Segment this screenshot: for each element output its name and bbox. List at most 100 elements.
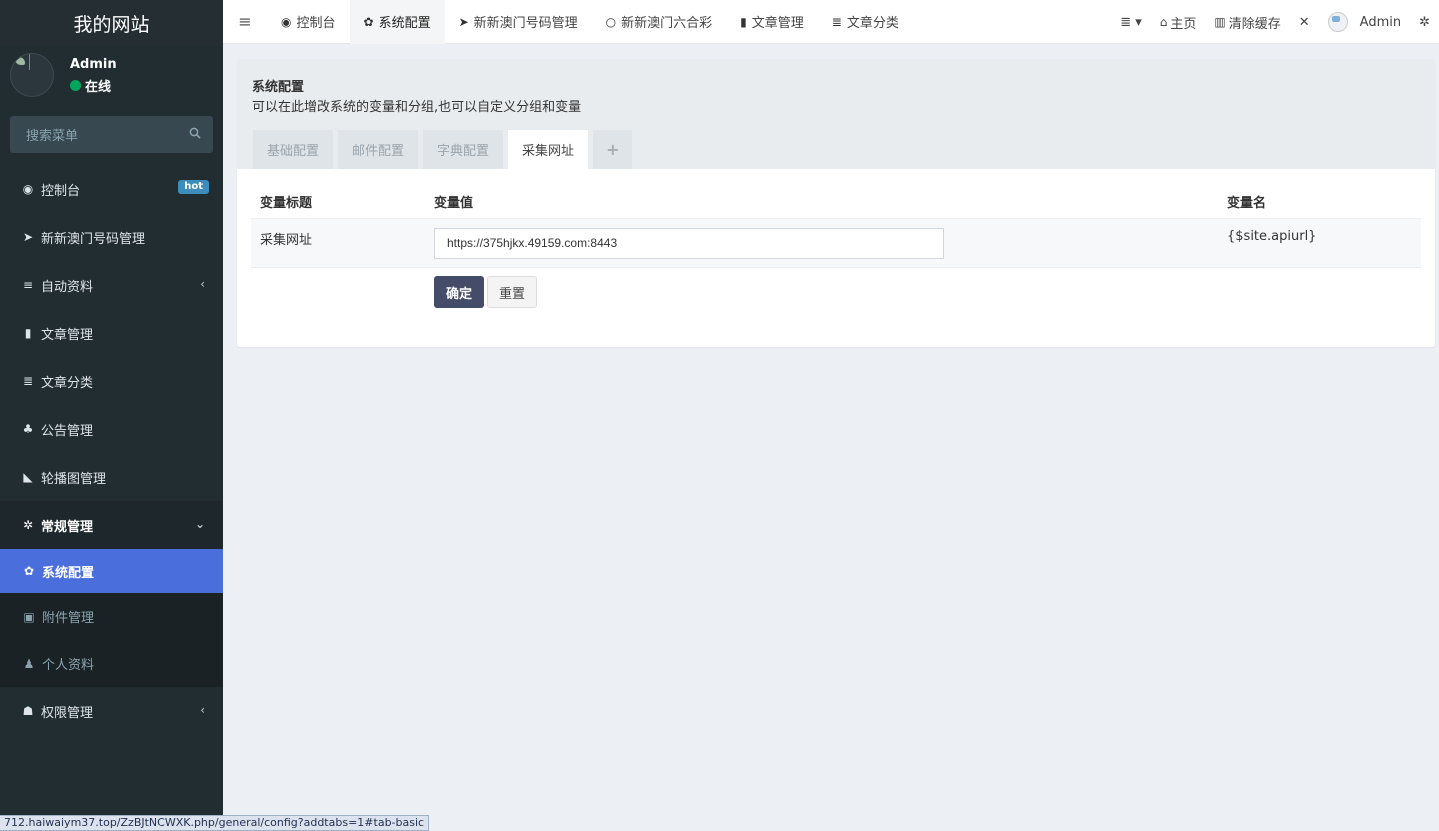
fullscreen-icon[interactable]: ✕ [1290,15,1319,30]
sidebar-item-article-categories[interactable]: ≣ 文章分类 [0,357,223,405]
user-icon: ♟ [23,656,35,671]
home-label: 主页 [1170,16,1197,32]
chevron-left-icon: ‹ [200,277,205,291]
sidebar-item-label: 文章管理 [41,327,94,343]
table-row: 采集网址 https://375hjkx.49159.com:8443 {$si… [251,219,1421,268]
add-tab-button[interactable]: + [593,130,633,169]
gear-icon: ✿ [23,564,35,578]
status-dot-icon [70,80,81,91]
user-menu[interactable]: Admin [1319,12,1410,32]
reset-button[interactable]: 重置 [487,276,537,308]
tab-system-config[interactable]: ✿ 系统配置 [349,0,445,44]
cogs-icon: ✲ [22,518,34,532]
submit-button[interactable]: 确定 [434,276,484,308]
page-title: 系统配置 [252,80,305,95]
sidebar-item-system-config[interactable]: ✿ 系统配置 [0,549,223,593]
page-description: 可以在此增改系统的变量和分组,也可以自定义分组和变量 [252,100,582,115]
tab-macau-numbers[interactable]: ➤ 新新澳门号码管理 [445,0,592,44]
right-nav: ≣ ▾ ⌂ 主页 ▥ 清除缓存 ✕ Admin ✲ [1111,0,1439,44]
config-table: 变量标题 变量值 变量名 采集网址 https://375hjkx.49159.… [251,179,1421,308]
home-link[interactable]: ⌂ 主页 [1151,13,1206,32]
sidebar: 我的网站 Admin 在线 搜索菜单 ◉ 控制台 hot ➤ 新新澳门号码管理 … [0,0,223,831]
variable-title: 采集网址 [260,233,313,248]
send-icon: ➤ [22,230,34,244]
sidebar-item-label: 系统配置 [42,565,95,581]
sidebar-item-attachments[interactable]: ▣ 附件管理 [0,593,223,640]
tab-label: 文章管理 [751,16,804,31]
user-panel: Admin 在线 [0,46,223,104]
tab-label: 新新澳门号码管理 [473,16,578,31]
site-logo[interactable]: 我的网站 [0,0,223,46]
sidebar-item-label: 轮播图管理 [41,471,107,487]
settings-icon[interactable]: ✲ [1410,15,1439,30]
avatar [1327,12,1348,32]
sidebar-item-label: 新新澳门号码管理 [41,231,146,247]
tabs-menu-icon[interactable]: ≣ ▾ [1111,15,1151,30]
avatar [10,53,54,97]
tab-collect-url[interactable]: 采集网址 [508,130,589,169]
variable-name: {$site.apiurl} [1227,229,1317,244]
sidebar-item-label: 自动资料 [41,279,94,295]
sidebar-item-label: 公告管理 [41,423,94,439]
dashboard-icon: ◉ [22,182,34,196]
trash-icon: ▥ [1214,15,1226,29]
tab-articles[interactable]: ▮ 文章管理 [726,0,818,44]
sidebar-item-announcements[interactable]: ♣ 公告管理 [0,405,223,453]
column-header: 变量标题 [260,196,313,211]
hot-badge: hot [178,180,209,194]
search-placeholder: 搜索菜单 [26,129,79,144]
sidebar-item-label: 权限管理 [41,705,94,721]
image-icon: ◣ [23,470,33,484]
sidebar-item-auto-data[interactable]: ≡ 自动资料 ‹ [0,261,223,309]
home-icon: ⌂ [1159,15,1168,29]
sidebar-item-carousel[interactable]: ◣ 轮播图管理 [0,453,223,501]
circle-icon: ○ [605,14,617,29]
form-actions: 确定 重置 [434,276,537,308]
tab-dashboard[interactable]: ◉ 控制台 [267,0,350,44]
bookmark-icon: ▮ [24,326,32,340]
sidebar-item-label: 常规管理 [41,519,94,535]
sidebar-item-permissions[interactable]: ☗ 权限管理 ‹ [0,687,223,735]
send-icon: ➤ [458,14,469,29]
column-header: 变量名 [1227,196,1267,211]
search-icon[interactable] [189,127,201,143]
column-header: 变量值 [434,196,474,211]
tab-basic[interactable]: 基础配置 [253,130,334,169]
bell-icon: ♣ [22,422,34,436]
top-navbar: ≡ ◉ 控制台 ✿ 系统配置 ➤ 新新澳门号码管理 ○ 新新澳门六合彩 ▮ 文章… [223,0,1439,44]
sidebar-item-articles[interactable]: ▮ 文章管理 [0,309,223,357]
tab-dictionary[interactable]: 字典配置 [423,130,504,169]
user-name: Admin [70,57,117,72]
variable-value-input[interactable]: https://375hjkx.49159.com:8443 [434,228,944,259]
sidebar-item-profile[interactable]: ♟ 个人资料 [0,640,223,687]
sidebar-item-label: 附件管理 [42,611,95,626]
tab-article-categories[interactable]: ≣ 文章分类 [818,0,913,44]
sidebar-item-dashboard[interactable]: ◉ 控制台 hot [0,165,223,213]
clear-cache-label: 清除缓存 [1228,16,1281,32]
config-panel: 系统配置 可以在此增改系统的变量和分组,也可以自定义分组和变量 基础配置 邮件配… [237,59,1435,347]
sidebar-item-general[interactable]: ✲ 常规管理 ⌄ [0,501,223,549]
picture-icon: ▣ [23,609,35,624]
bookmark-icon: ▮ [740,14,747,29]
gear-icon: ✿ [363,14,374,29]
list-icon: ≣ [22,374,34,388]
tab-email[interactable]: 邮件配置 [338,130,419,169]
tab-label: 文章分类 [846,16,899,31]
tab-label: 系统配置 [378,16,431,31]
table-header: 变量标题 变量值 变量名 [251,179,1421,219]
list-icon: ≣ [831,14,842,29]
tab-macau-lottery[interactable]: ○ 新新澳门六合彩 [592,0,727,44]
sidebar-toggle-icon[interactable]: ≡ [223,0,267,44]
sidebar-item-macau-numbers[interactable]: ➤ 新新澳门号码管理 [0,213,223,261]
sidebar-item-label: 个人资料 [42,658,95,673]
sidebar-item-label: 控制台 [41,183,81,199]
search-menu-input[interactable]: 搜索菜单 [10,116,213,153]
config-tabs: 基础配置 邮件配置 字典配置 采集网址 + [253,130,637,169]
user-status: 在线 [70,76,111,95]
users-icon: ☗ [22,704,34,718]
admin-label: Admin [1359,14,1402,30]
tab-label: 控制台 [296,16,336,31]
clear-cache-button[interactable]: ▥ 清除缓存 [1205,13,1289,32]
status-label: 在线 [85,80,112,95]
chevron-down-icon: ⌄ [194,517,205,531]
